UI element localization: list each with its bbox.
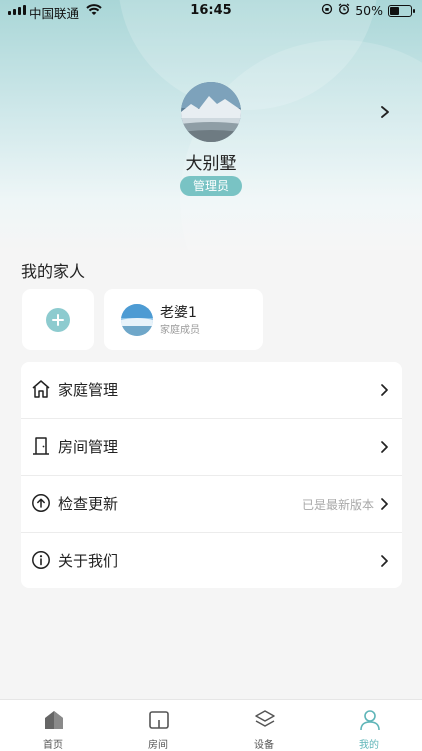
upload-circle-icon xyxy=(31,493,51,513)
tab-devices[interactable]: 设备 xyxy=(211,700,317,751)
battery-icon xyxy=(388,4,415,17)
chevron-right-icon xyxy=(380,439,390,453)
plus-icon xyxy=(52,314,64,326)
member-role: 家庭成员 xyxy=(160,325,200,336)
version-status: 已是最新版本 xyxy=(301,498,374,512)
home-name: 大别墅 xyxy=(185,154,237,174)
chevron-right-icon[interactable] xyxy=(378,104,392,120)
chevron-right-icon xyxy=(380,496,390,510)
tab-label: 设备 xyxy=(254,740,274,751)
add-member-card[interactable] xyxy=(22,289,94,350)
tab-label: 房间 xyxy=(148,740,168,751)
menu-label: 家庭管理 xyxy=(58,381,119,399)
home-avatar[interactable] xyxy=(181,82,241,142)
home-icon xyxy=(43,709,65,731)
menu-label: 检查更新 xyxy=(58,495,119,513)
menu-item-home-management[interactable]: 家庭管理 xyxy=(21,362,402,418)
menu-item-about-us[interactable]: 关于我们 xyxy=(21,533,402,589)
user-icon xyxy=(359,709,381,731)
menu-label: 房间管理 xyxy=(58,438,119,456)
lock-rotation-icon xyxy=(321,3,333,18)
tab-home[interactable]: 首页 xyxy=(0,700,106,751)
tab-bar: 首页 房间 设备 我的 xyxy=(0,699,422,751)
member-card[interactable]: 老婆1 家庭成员 xyxy=(104,289,263,350)
family-section-title: 我的家人 xyxy=(21,262,86,281)
door-icon xyxy=(31,436,51,456)
chevron-right-icon xyxy=(380,553,390,567)
room-icon xyxy=(148,709,170,731)
menu-item-check-update[interactable]: 检查更新 已是最新版本 xyxy=(21,476,402,532)
settings-menu: 家庭管理 房间管理 检查更新 已是最新版本 关于我们 xyxy=(21,362,402,588)
add-member-button[interactable] xyxy=(46,308,70,332)
member-avatar xyxy=(121,304,153,336)
info-circle-icon xyxy=(31,550,51,570)
tab-label: 我的 xyxy=(359,740,379,751)
tab-label: 首页 xyxy=(43,740,63,751)
member-name: 老婆1 xyxy=(160,305,197,321)
layers-icon xyxy=(254,709,276,731)
chevron-right-icon xyxy=(380,382,390,396)
tab-me[interactable]: 我的 xyxy=(316,700,422,751)
alarm-icon xyxy=(338,3,350,18)
role-badge: 管理员 xyxy=(180,176,242,196)
battery-percent: 50% xyxy=(355,3,383,18)
menu-label: 关于我们 xyxy=(58,552,119,570)
status-bar: 中国联通 16:45 50% xyxy=(0,0,422,22)
menu-item-room-management[interactable]: 房间管理 xyxy=(21,419,402,475)
home-outline-icon xyxy=(31,379,51,399)
battery-level xyxy=(390,6,399,15)
tab-room[interactable]: 房间 xyxy=(105,700,211,751)
